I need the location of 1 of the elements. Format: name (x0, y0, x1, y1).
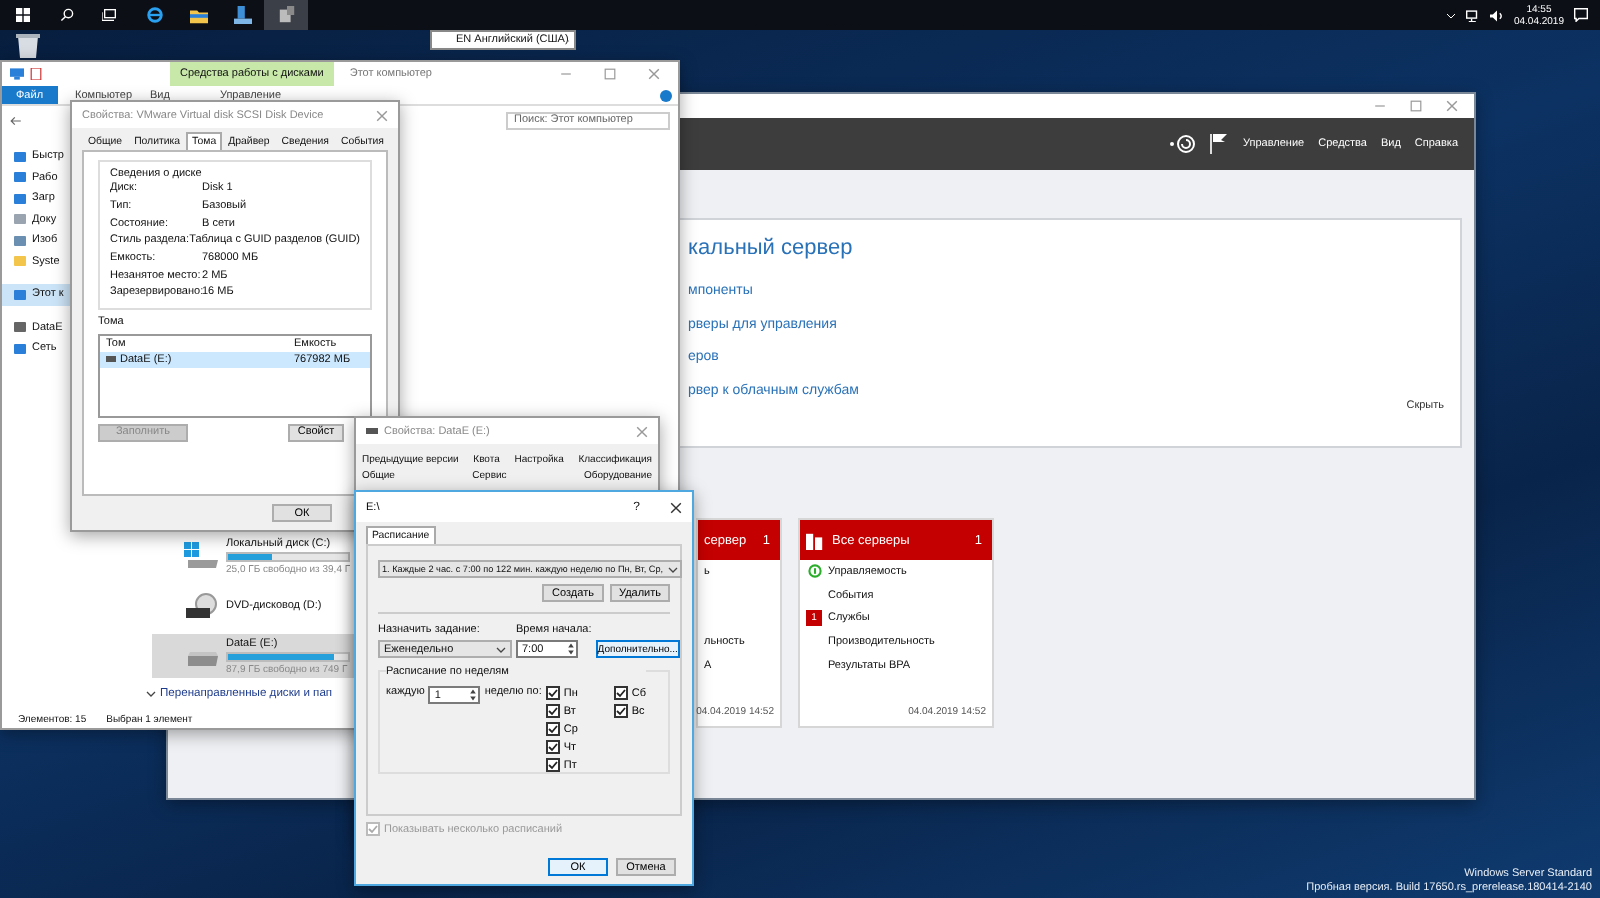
panel-title: кальный сервер (688, 236, 855, 260)
